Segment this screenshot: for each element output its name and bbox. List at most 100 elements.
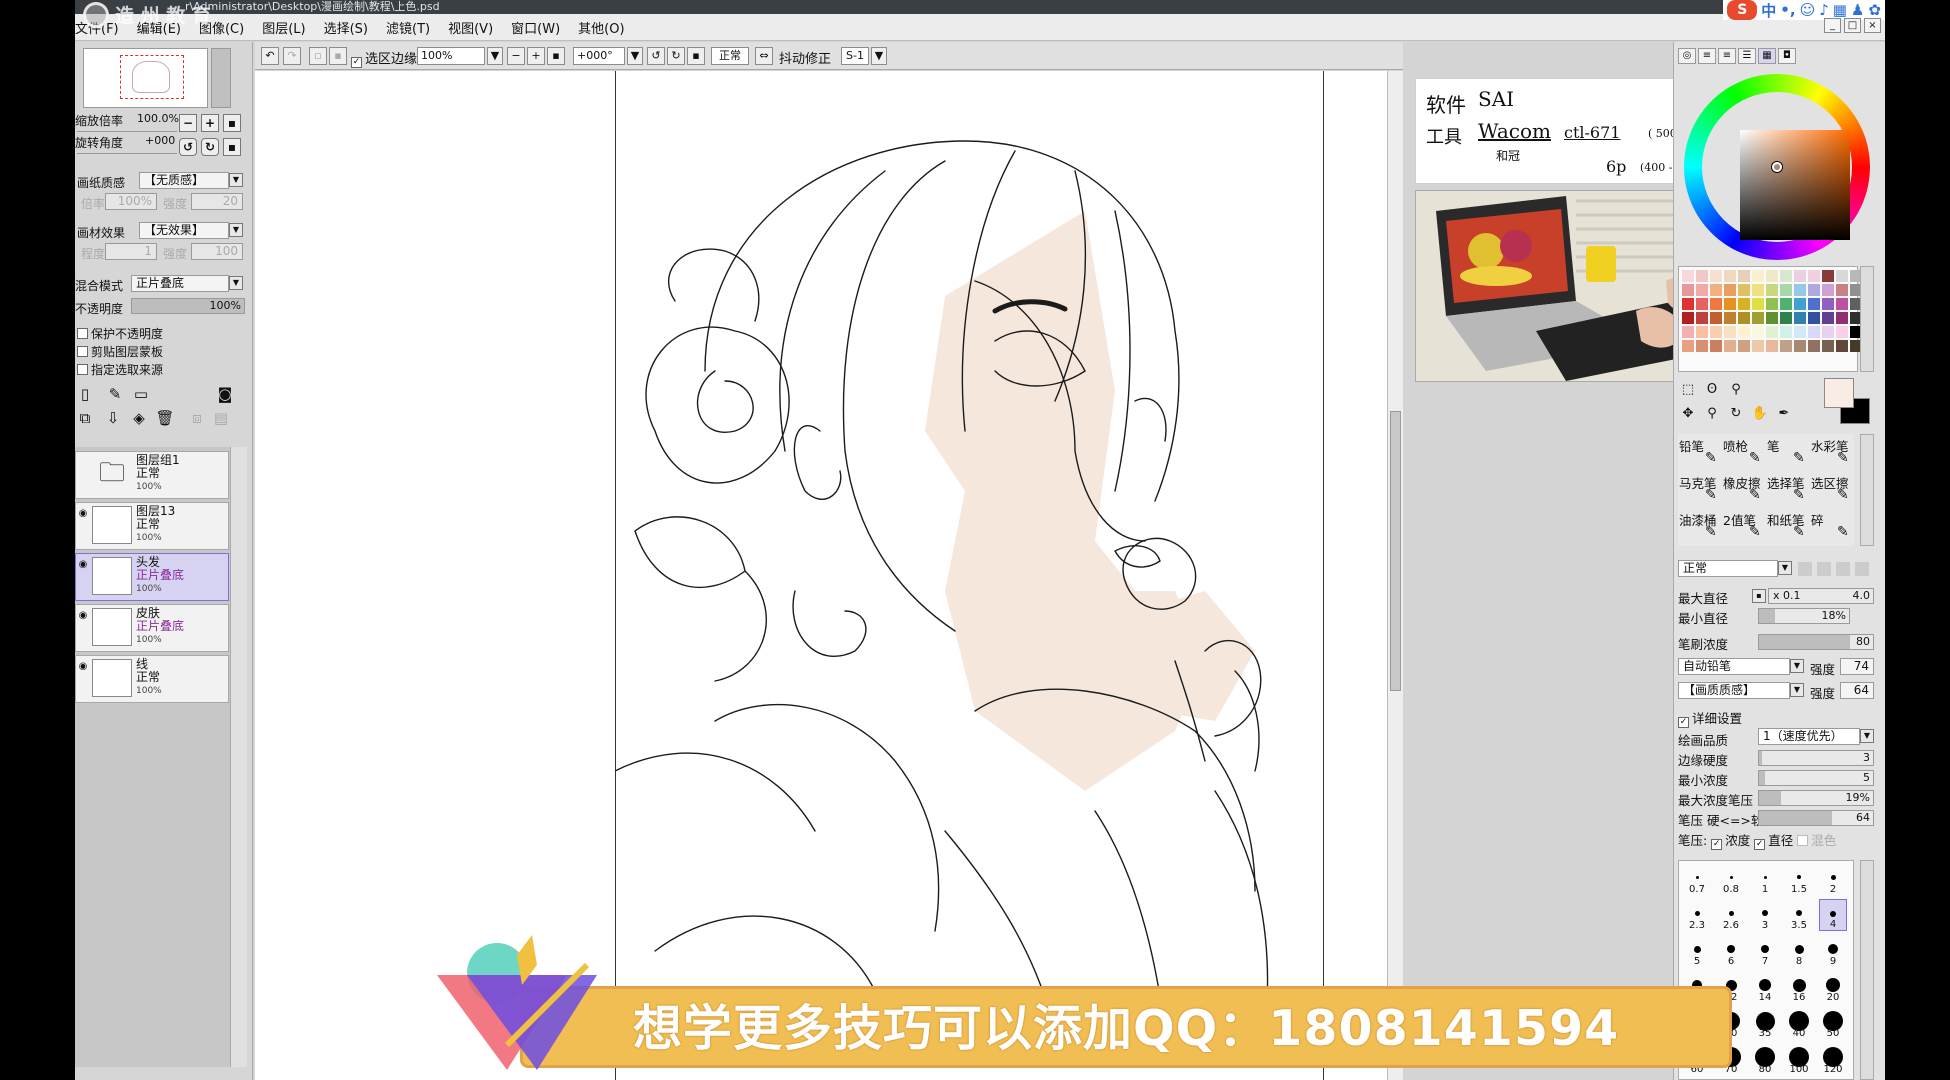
color-swatch[interactable] bbox=[1752, 284, 1764, 296]
color-swatch[interactable] bbox=[1682, 298, 1694, 310]
emoji-icon[interactable]: ☺ bbox=[1800, 1, 1816, 19]
color-swatch[interactable] bbox=[1724, 270, 1736, 282]
lasso-icon[interactable]: ʘ bbox=[1702, 380, 1722, 400]
brush-tool-2-0[interactable]: 马克笔 ✎ bbox=[1679, 473, 1717, 503]
merge-down-icon[interactable]: ⇩ bbox=[103, 408, 123, 428]
brush-size-option[interactable]: 0.7 bbox=[1683, 863, 1711, 895]
layer-row[interactable]: ◉ 头发 正片叠底 100% bbox=[75, 553, 229, 601]
chevron-down-icon[interactable]: ▼ bbox=[229, 223, 243, 237]
brush-size-option[interactable]: 2.6 bbox=[1717, 899, 1745, 931]
chevron-down-icon[interactable]: ▼ bbox=[1790, 683, 1804, 697]
pressure-blend-checkbox[interactable] bbox=[1797, 835, 1809, 846]
shape-strength-field[interactable]: 74 bbox=[1840, 658, 1874, 675]
zoom-out-button[interactable]: − bbox=[179, 114, 197, 132]
chevron-down-icon[interactable]: ▼ bbox=[627, 47, 643, 65]
brush-size-option[interactable]: 0.8 bbox=[1717, 863, 1745, 895]
color-picker-cursor[interactable] bbox=[1772, 162, 1782, 172]
menu-item-5[interactable]: 滤镜(T) bbox=[377, 18, 439, 37]
zoom-slider[interactable] bbox=[77, 128, 177, 132]
color-swatch[interactable] bbox=[1822, 340, 1834, 352]
canvas[interactable] bbox=[255, 71, 1387, 1080]
eye-hidden-icon[interactable] bbox=[76, 456, 90, 470]
color-swatch[interactable] bbox=[1808, 270, 1820, 282]
brush-blend-select[interactable]: 正常 bbox=[1678, 560, 1778, 577]
color-swatch[interactable] bbox=[1780, 298, 1792, 310]
skin-icon[interactable]: ✿ bbox=[1868, 1, 1881, 19]
rect-select-icon[interactable]: ⬚ bbox=[1678, 380, 1698, 400]
hand-icon[interactable]: ✋ bbox=[1750, 404, 1770, 424]
brush-size-option[interactable]: 40 bbox=[1785, 1007, 1813, 1039]
close-button[interactable]: × bbox=[1864, 18, 1881, 33]
edge-hardness-slider[interactable]: 3 bbox=[1758, 750, 1874, 766]
merge-icon[interactable]: ⧈ bbox=[187, 408, 207, 428]
brush-texture-select[interactable]: 【画质质感】 bbox=[1678, 682, 1790, 699]
user-icon[interactable]: ♟ bbox=[1851, 1, 1864, 19]
color-swatch[interactable] bbox=[1794, 270, 1806, 282]
max-pressure-slider[interactable]: 19% bbox=[1758, 790, 1874, 806]
chevron-down-icon[interactable]: ▼ bbox=[487, 47, 503, 65]
eye-icon[interactable]: ◉ bbox=[76, 660, 90, 674]
minimize-button[interactable]: _ bbox=[1824, 18, 1841, 33]
saturation-value-square[interactable] bbox=[1740, 130, 1850, 240]
color-swatch[interactable] bbox=[1710, 270, 1722, 282]
checkbox-icon[interactable] bbox=[77, 364, 88, 375]
color-swatch[interactable] bbox=[1696, 326, 1708, 338]
scrollbar-thumb[interactable] bbox=[1390, 411, 1401, 691]
color-swatch[interactable] bbox=[1836, 284, 1848, 296]
brush-size-scrollbar[interactable] bbox=[1860, 860, 1874, 1080]
selection-edge-toggle[interactable]: ✓ 选区边缘 bbox=[351, 48, 417, 68]
foreground-color-chip[interactable] bbox=[1824, 378, 1854, 408]
color-swatch[interactable] bbox=[1696, 340, 1708, 352]
color-swatch[interactable] bbox=[1766, 270, 1778, 282]
trash-icon[interactable]: 🗑 bbox=[155, 408, 175, 428]
canvas-vertical-scrollbar[interactable] bbox=[1387, 71, 1403, 1080]
layer-row[interactable]: ◉ 皮肤 正片叠底 100% bbox=[75, 604, 229, 652]
color-swatch[interactable] bbox=[1766, 326, 1778, 338]
color-swatch[interactable] bbox=[1822, 270, 1834, 282]
brush-size-option[interactable]: 80 bbox=[1751, 1043, 1779, 1075]
color-swatch[interactable] bbox=[1780, 284, 1792, 296]
zoom-reset-button[interactable]: ▪ bbox=[223, 114, 241, 132]
color-swatch[interactable] bbox=[1794, 312, 1806, 324]
rgb-slider-tab-icon[interactable]: ≡ bbox=[1698, 48, 1716, 64]
brush-size-option[interactable]: 3.5 bbox=[1785, 899, 1813, 931]
brush-tool-1-3[interactable]: 水彩笔 ✎ bbox=[1811, 436, 1849, 466]
stabilizer-select[interactable]: S-1 bbox=[841, 47, 869, 65]
brush-size-option[interactable]: 8 bbox=[1785, 935, 1813, 967]
navigator-preview[interactable] bbox=[83, 48, 208, 108]
color-swatch[interactable] bbox=[1738, 270, 1750, 282]
min-diameter-slider[interactable]: 18% bbox=[1758, 608, 1850, 624]
punctuation-icon[interactable]: •, bbox=[1780, 1, 1795, 19]
color-swatch[interactable] bbox=[1710, 298, 1722, 310]
brush-shape-select[interactable]: 自动铅笔 bbox=[1678, 658, 1790, 675]
color-swatch[interactable] bbox=[1766, 340, 1778, 352]
color-swatch[interactable] bbox=[1738, 340, 1750, 352]
rotation-select[interactable]: +000° bbox=[573, 47, 625, 65]
checkbox-icon[interactable] bbox=[77, 328, 88, 339]
color-swatch[interactable] bbox=[1752, 340, 1764, 352]
copy-layer-icon[interactable]: ⧉ bbox=[75, 408, 95, 428]
color-swatch[interactable] bbox=[1696, 298, 1708, 310]
angle-slider[interactable] bbox=[77, 150, 177, 154]
color-swatch[interactable] bbox=[1836, 312, 1848, 324]
clip-group-checkbox[interactable]: 剪贴图层蒙板 bbox=[77, 343, 163, 360]
flip-horizontal-icon[interactable]: ⇔ bbox=[755, 47, 773, 65]
new-layer-icon[interactable]: ▯ bbox=[75, 384, 95, 404]
flatten-icon[interactable]: ▤ bbox=[211, 408, 231, 428]
color-swatch[interactable] bbox=[1752, 298, 1764, 310]
brush-tool-3-1[interactable]: 2值笔 ✎ bbox=[1723, 510, 1761, 540]
color-swatch[interactable] bbox=[1752, 312, 1764, 324]
diameter-multiplier-dropdown[interactable]: ▪ bbox=[1752, 589, 1766, 603]
color-swatch[interactable] bbox=[1724, 340, 1736, 352]
color-swatch[interactable] bbox=[1822, 312, 1834, 324]
color-swatch[interactable] bbox=[1780, 270, 1792, 282]
brush-tool-2-2[interactable]: 选择笔 ✎ bbox=[1767, 473, 1805, 503]
layer-row[interactable]: ◉ 线正常 100% bbox=[75, 655, 229, 703]
color-wheel-tab-icon[interactable]: ◎ bbox=[1678, 48, 1696, 64]
swatch-scrollbar[interactable] bbox=[1860, 266, 1874, 372]
layer-row[interactable]: 🗀 图层组1 正常 100% bbox=[75, 451, 229, 499]
color-swatch[interactable] bbox=[1836, 326, 1848, 338]
color-swatch[interactable] bbox=[1808, 298, 1820, 310]
color-swatch[interactable] bbox=[1752, 270, 1764, 282]
eye-icon[interactable]: ◉ bbox=[76, 609, 90, 623]
